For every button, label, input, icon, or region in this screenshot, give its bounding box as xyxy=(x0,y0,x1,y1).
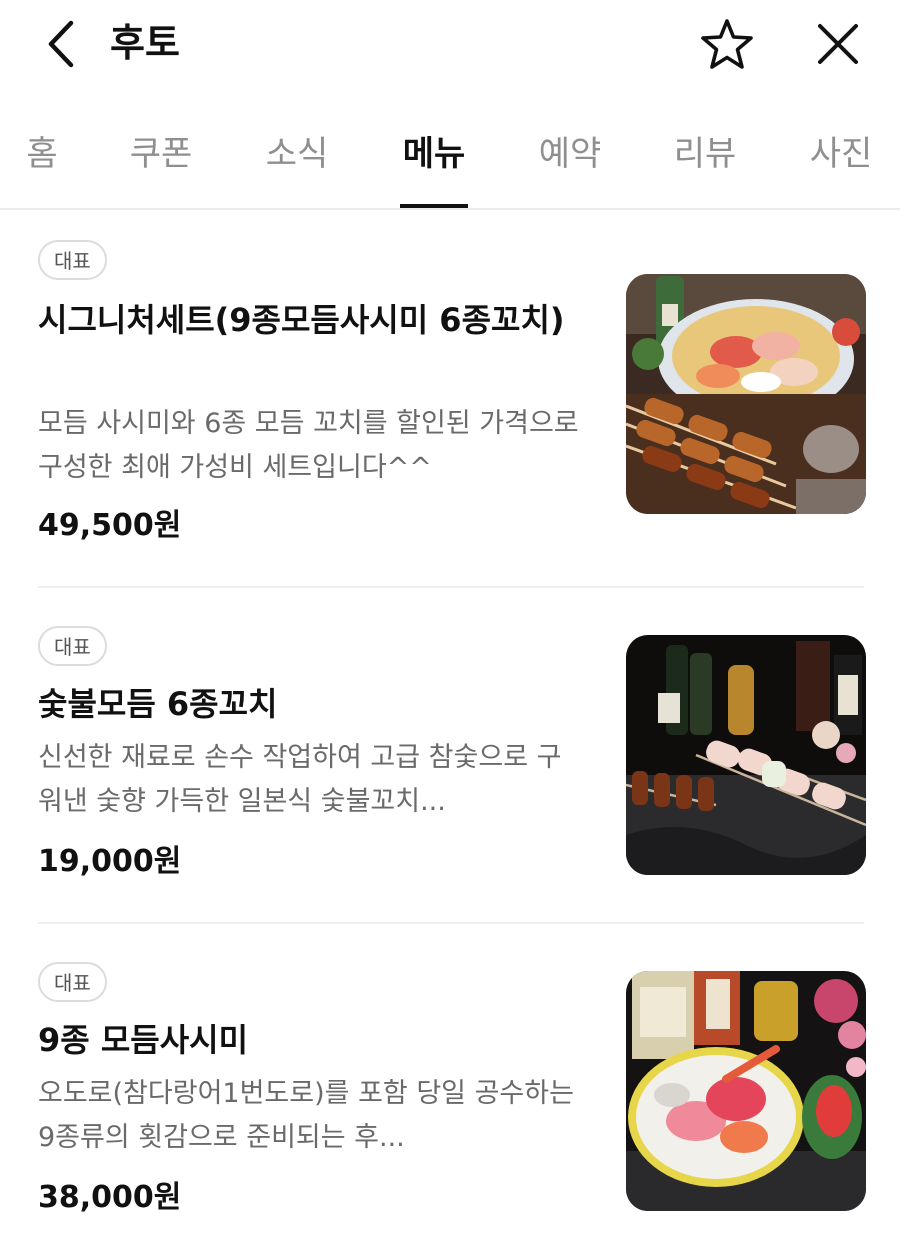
tab-menu[interactable]: 메뉴 xyxy=(400,112,468,208)
menu-item-name: 9종 모듬사시미 xyxy=(38,1021,249,1059)
menu-item[interactable]: 대표 시그니처세트(9종모듬사시미 6종꼬치) 모듬 사시미와 6종 모듬 꼬치… xyxy=(38,240,866,543)
menu-item-name: 시그니처세트(9종모듬사시미 6종꼬치) xyxy=(38,301,565,339)
menu-item-price: 19,000원 xyxy=(38,844,182,879)
menu-item-name: 숯불모듬 6종꼬치 xyxy=(38,685,278,723)
close-icon xyxy=(818,24,858,64)
chevron-left-icon xyxy=(48,20,74,68)
tab-coupon[interactable]: 쿠폰 xyxy=(126,112,196,208)
tab-home[interactable]: 홈 xyxy=(18,112,66,208)
menu-item[interactable]: 대표 9종 모듬사시미 오도로(참다랑어1번도로)를 포함 당일 공수하는 9종… xyxy=(38,962,866,1222)
close-button[interactable] xyxy=(808,14,868,74)
tab-news[interactable]: 소식 xyxy=(262,112,332,208)
app-header: 후토 xyxy=(0,0,900,90)
divider xyxy=(38,586,864,588)
menu-item[interactable]: 대표 숯불모듬 6종꼬치 신선한 재료로 손수 작업하여 고급 참숯으로 구워낸… xyxy=(38,626,866,886)
menu-page: 후토 홈 쿠폰 소식 메뉴 예약 리뷰 사진 대표 시그니처세트(9종모듬사시미… xyxy=(0,0,900,1254)
favorite-button[interactable] xyxy=(696,14,758,74)
sashimi-and-skewers-photo[interactable] xyxy=(626,274,866,514)
star-outline-icon xyxy=(701,19,753,69)
menu-item-description: 오도로(참다랑어1번도로)를 포함 당일 공수하는 9종류의 횟감으로 준비되는… xyxy=(38,1078,574,1153)
back-button[interactable] xyxy=(36,16,84,72)
menu-item-description: 모듬 사시미와 6종 모듬 꼬치를 할인된 가격으로 구성한 최애 가성비 세트… xyxy=(38,408,579,483)
sashimi-platter-photo[interactable] xyxy=(626,971,866,1211)
divider xyxy=(38,922,864,924)
tab-photo[interactable]: 사진 xyxy=(806,112,876,208)
tab-review[interactable]: 리뷰 xyxy=(670,112,740,208)
menu-item-price: 49,500원 xyxy=(38,508,182,543)
charcoal-skewers-photo[interactable] xyxy=(626,635,866,875)
signature-badge: 대표 xyxy=(38,626,107,666)
menu-item-price: 38,000원 xyxy=(38,1180,182,1215)
page-title: 후토 xyxy=(110,21,180,65)
signature-badge: 대표 xyxy=(38,962,107,1002)
tab-reservation[interactable]: 예약 xyxy=(535,112,605,208)
menu-item-description: 신선한 재료로 손수 작업하여 고급 참숯으로 구워낸 숯향 가득한 일본식 숯… xyxy=(38,742,562,817)
signature-badge: 대표 xyxy=(38,240,107,280)
tab-bar: 홈 쿠폰 소식 메뉴 예약 리뷰 사진 xyxy=(0,112,900,210)
